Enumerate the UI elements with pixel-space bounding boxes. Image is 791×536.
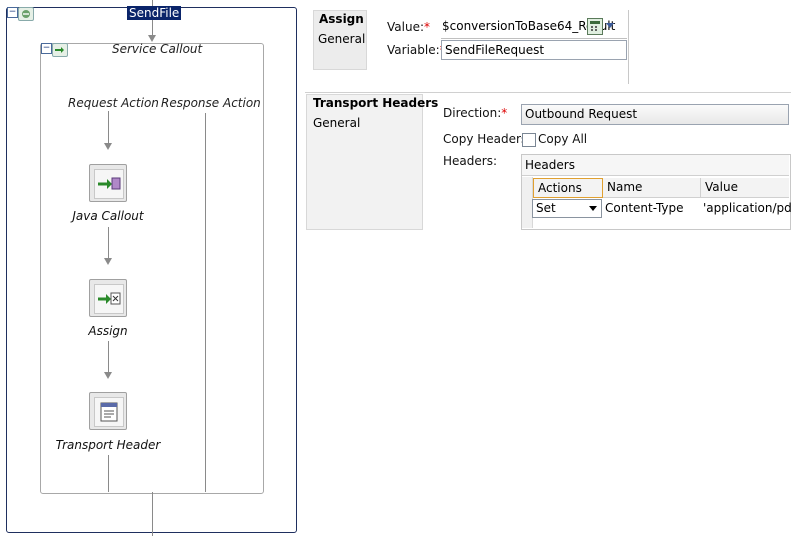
collapse-callout-button[interactable]: − xyxy=(41,43,52,54)
connector-arrow xyxy=(148,35,156,42)
copy-all-label[interactable]: Copy All xyxy=(538,132,587,146)
service-callout-title: Service Callout xyxy=(112,42,203,56)
action-select-value: Set xyxy=(536,201,556,215)
variable-field[interactable]: SendFileRequest xyxy=(441,40,627,60)
stage-icon xyxy=(18,7,34,21)
copy-headers-label: Copy Headers: xyxy=(443,132,532,146)
panel-divider xyxy=(305,92,791,93)
transport-header-node[interactable] xyxy=(89,392,127,430)
connector-arrow xyxy=(104,372,112,379)
java-callout-node[interactable] xyxy=(89,164,127,202)
connector-line xyxy=(108,227,109,258)
assign-general-tab[interactable]: General xyxy=(318,32,365,46)
headers-table-title: Headers xyxy=(522,155,789,176)
assign-icon xyxy=(94,284,124,314)
header-name-cell[interactable]: Content-Type xyxy=(603,199,701,218)
headers-label: Headers: xyxy=(443,154,497,168)
transport-header-icon xyxy=(94,397,124,427)
transport-tab-title[interactable]: Transport Headers xyxy=(313,96,438,110)
connector-arrow xyxy=(104,143,112,150)
connector-line xyxy=(108,111,109,143)
direction-select[interactable]: Outbound Request xyxy=(521,104,789,125)
connector-arrow xyxy=(104,258,112,265)
direction-label: Direction:* xyxy=(443,106,508,120)
value-label: Value:* xyxy=(387,20,430,34)
stage-title[interactable]: SendFile xyxy=(127,6,182,20)
column-header-name[interactable]: Name xyxy=(603,178,701,198)
connector-line xyxy=(108,455,109,492)
column-header-value[interactable]: Value xyxy=(701,178,789,198)
assign-tab-title[interactable]: Assign xyxy=(319,12,364,26)
outgoing-connector xyxy=(152,492,153,536)
expression-editor-icon[interactable] xyxy=(587,18,603,35)
action-select[interactable]: Set xyxy=(532,199,602,218)
java-callout-icon xyxy=(94,169,124,199)
service-callout-box[interactable] xyxy=(40,43,264,494)
service-callout-icon xyxy=(52,43,68,57)
connector-line xyxy=(152,20,153,36)
copy-all-checkbox[interactable] xyxy=(522,133,536,147)
header-value-cell[interactable]: 'application/pdf' xyxy=(701,199,791,218)
transport-header-label: Transport Header xyxy=(55,438,161,452)
response-action-label: Response Action xyxy=(161,96,261,110)
assign-node[interactable] xyxy=(89,279,127,317)
chevron-down-icon[interactable] xyxy=(606,23,614,28)
chevron-down-icon[interactable] xyxy=(589,206,597,211)
value-underline xyxy=(441,38,627,39)
variable-label: Variable:* xyxy=(387,43,446,57)
transport-sidebar xyxy=(306,94,423,230)
response-action-line xyxy=(205,113,206,492)
request-action-label: Request Action xyxy=(68,96,159,110)
java-callout-label: Java Callout xyxy=(72,209,144,223)
column-header-actions[interactable]: Actions xyxy=(533,178,603,198)
collapse-stage-button[interactable]: − xyxy=(7,7,18,18)
connector-line xyxy=(108,341,109,372)
assign-label: Assign xyxy=(88,324,128,338)
transport-general-tab[interactable]: General xyxy=(313,116,360,130)
